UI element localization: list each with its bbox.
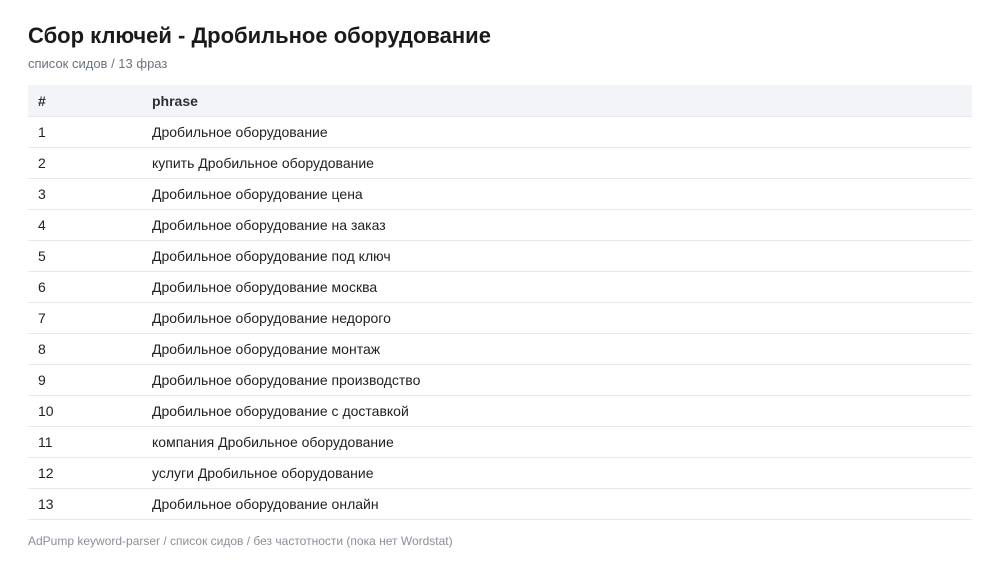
- row-number: 8: [28, 333, 142, 365]
- row-phrase: Дробильное оборудование на заказ: [142, 209, 972, 241]
- table-body: 1 Дробильное оборудование 2 купить Дроби…: [28, 116, 972, 520]
- row-number: 6: [28, 271, 142, 303]
- column-header-phrase: phrase: [142, 85, 972, 117]
- row-phrase: Дробильное оборудование с доставкой: [142, 395, 972, 427]
- row-number: 10: [28, 395, 142, 427]
- table-row: 10 Дробильное оборудование с доставкой: [28, 395, 972, 427]
- row-phrase: Дробильное оборудование производство: [142, 364, 972, 396]
- page-subtitle: список сидов / 13 фраз: [28, 56, 168, 71]
- row-phrase: Дробильное оборудование под ключ: [142, 240, 972, 272]
- table-row: 1 Дробильное оборудование: [28, 116, 972, 148]
- row-number: 3: [28, 178, 142, 210]
- row-phrase: Дробильное оборудование: [142, 116, 972, 148]
- row-number: 9: [28, 364, 142, 396]
- row-number: 11: [28, 426, 142, 458]
- table-row: 4 Дробильное оборудование на заказ: [28, 209, 972, 241]
- column-header-number: #: [28, 85, 142, 117]
- row-number: 4: [28, 209, 142, 241]
- table-row: 7 Дробильное оборудование недорого: [28, 302, 972, 334]
- row-phrase: Дробильное оборудование монтаж: [142, 333, 972, 365]
- row-phrase: Дробильное оборудование онлайн: [142, 488, 972, 520]
- table-header-row: # phrase: [28, 85, 972, 117]
- row-phrase: Дробильное оборудование цена: [142, 178, 972, 210]
- page-title: Сбор ключей - Дробильное оборудование: [28, 23, 491, 48]
- table-row: 13 Дробильное оборудование онлайн: [28, 488, 972, 520]
- table-row: 8 Дробильное оборудование монтаж: [28, 333, 972, 365]
- table-row: 2 купить Дробильное оборудование: [28, 147, 972, 179]
- row-phrase: услуги Дробильное оборудование: [142, 457, 972, 489]
- row-phrase: Дробильное оборудование недорого: [142, 302, 972, 334]
- table-row: 6 Дробильное оборудование москва: [28, 271, 972, 303]
- row-phrase: компания Дробильное оборудование: [142, 426, 972, 458]
- row-number: 12: [28, 457, 142, 489]
- row-phrase: Дробильное оборудование москва: [142, 271, 972, 303]
- page: Сбор ключей - Дробильное оборудование сп…: [0, 0, 1000, 548]
- table-row: 5 Дробильное оборудование под ключ: [28, 240, 972, 272]
- row-number: 5: [28, 240, 142, 272]
- row-phrase: купить Дробильное оборудование: [142, 147, 972, 179]
- table-row: 12 услуги Дробильное оборудование: [28, 457, 972, 489]
- table-row: 3 Дробильное оборудование цена: [28, 178, 972, 210]
- row-number: 7: [28, 302, 142, 334]
- row-number: 2: [28, 147, 142, 179]
- table-row: 11 компания Дробильное оборудование: [28, 426, 972, 458]
- row-number: 13: [28, 488, 142, 520]
- row-number: 1: [28, 116, 142, 148]
- table-row: 9 Дробильное оборудование производство: [28, 364, 972, 396]
- page-footer: AdPump keyword-parser / список сидов / б…: [28, 534, 453, 548]
- phrases-table: # phrase 1 Дробильное оборудование 2 куп…: [28, 85, 972, 520]
